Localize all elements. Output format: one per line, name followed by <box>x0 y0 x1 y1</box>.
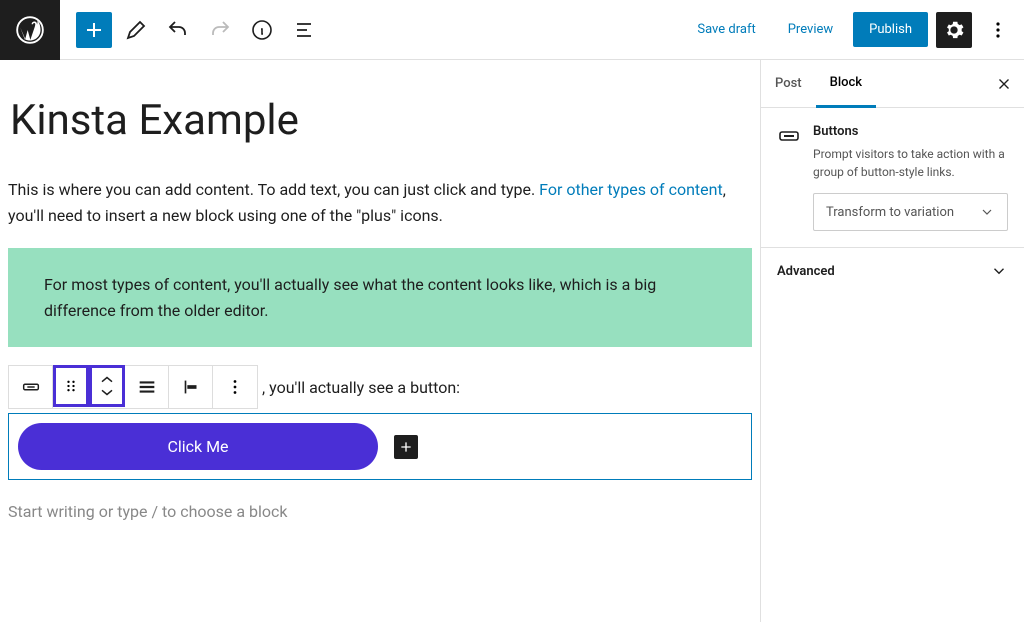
inline-add-button[interactable] <box>394 435 418 459</box>
post-title[interactable]: Kinsta Example <box>8 96 752 145</box>
block-name: Buttons <box>813 124 1008 139</box>
publish-button[interactable]: Publish <box>853 12 928 47</box>
move-arrows-icon[interactable] <box>89 365 125 407</box>
buttons-block-selected[interactable]: Click Me <box>8 413 752 480</box>
highlighted-paragraph[interactable]: For most types of content, you'll actual… <box>8 248 752 347</box>
settings-icon[interactable] <box>936 12 972 48</box>
align-icon[interactable] <box>169 366 213 408</box>
cta-button[interactable]: Click Me <box>18 423 378 470</box>
chevron-down-icon <box>979 204 995 220</box>
block-more-icon[interactable] <box>213 366 257 408</box>
justify-icon[interactable] <box>125 366 169 408</box>
empty-paragraph-placeholder[interactable]: Start writing or type / to choose a bloc… <box>8 500 752 523</box>
add-block-button[interactable] <box>76 12 112 48</box>
preview-button[interactable]: Preview <box>776 14 845 45</box>
save-draft-button[interactable]: Save draft <box>685 14 767 45</box>
advanced-panel-toggle[interactable]: Advanced <box>761 248 1024 294</box>
paragraph-link[interactable]: For other types of content <box>539 180 723 199</box>
edit-mode-icon[interactable] <box>118 12 154 48</box>
close-sidebar-icon[interactable] <box>984 60 1024 108</box>
outline-icon[interactable] <box>286 12 322 48</box>
block-type-icon[interactable] <box>9 366 53 408</box>
transform-variation-select[interactable]: Transform to variation <box>813 193 1008 231</box>
editor-canvas[interactable]: Kinsta Example This is where you can add… <box>0 60 760 622</box>
block-toolbar <box>8 365 258 409</box>
more-menu-icon[interactable] <box>980 12 1016 48</box>
undo-icon[interactable] <box>160 12 196 48</box>
drag-handle-icon[interactable] <box>53 365 89 407</box>
settings-sidebar: Post Block Buttons Prompt visitors to ta… <box>760 60 1024 622</box>
wordpress-logo[interactable] <box>0 0 60 60</box>
buttons-block-icon <box>777 124 801 148</box>
block-description: Prompt visitors to take action with a gr… <box>813 145 1008 181</box>
tab-block[interactable]: Block <box>816 60 876 108</box>
paragraph-block[interactable]: This is where you can add content. To ad… <box>8 177 752 228</box>
editor-topbar: Save draft Preview Publish <box>0 0 1024 60</box>
transform-label: Transform to variation <box>826 205 954 220</box>
info-icon[interactable] <box>244 12 280 48</box>
advanced-label: Advanced <box>777 264 835 279</box>
paragraph-text: This is where you can add content. To ad… <box>8 180 539 199</box>
inline-text-after-toolbar: , you'll actually see a button: <box>258 378 460 397</box>
chevron-down-icon <box>990 262 1008 280</box>
tab-post[interactable]: Post <box>761 60 816 108</box>
redo-icon <box>202 12 238 48</box>
